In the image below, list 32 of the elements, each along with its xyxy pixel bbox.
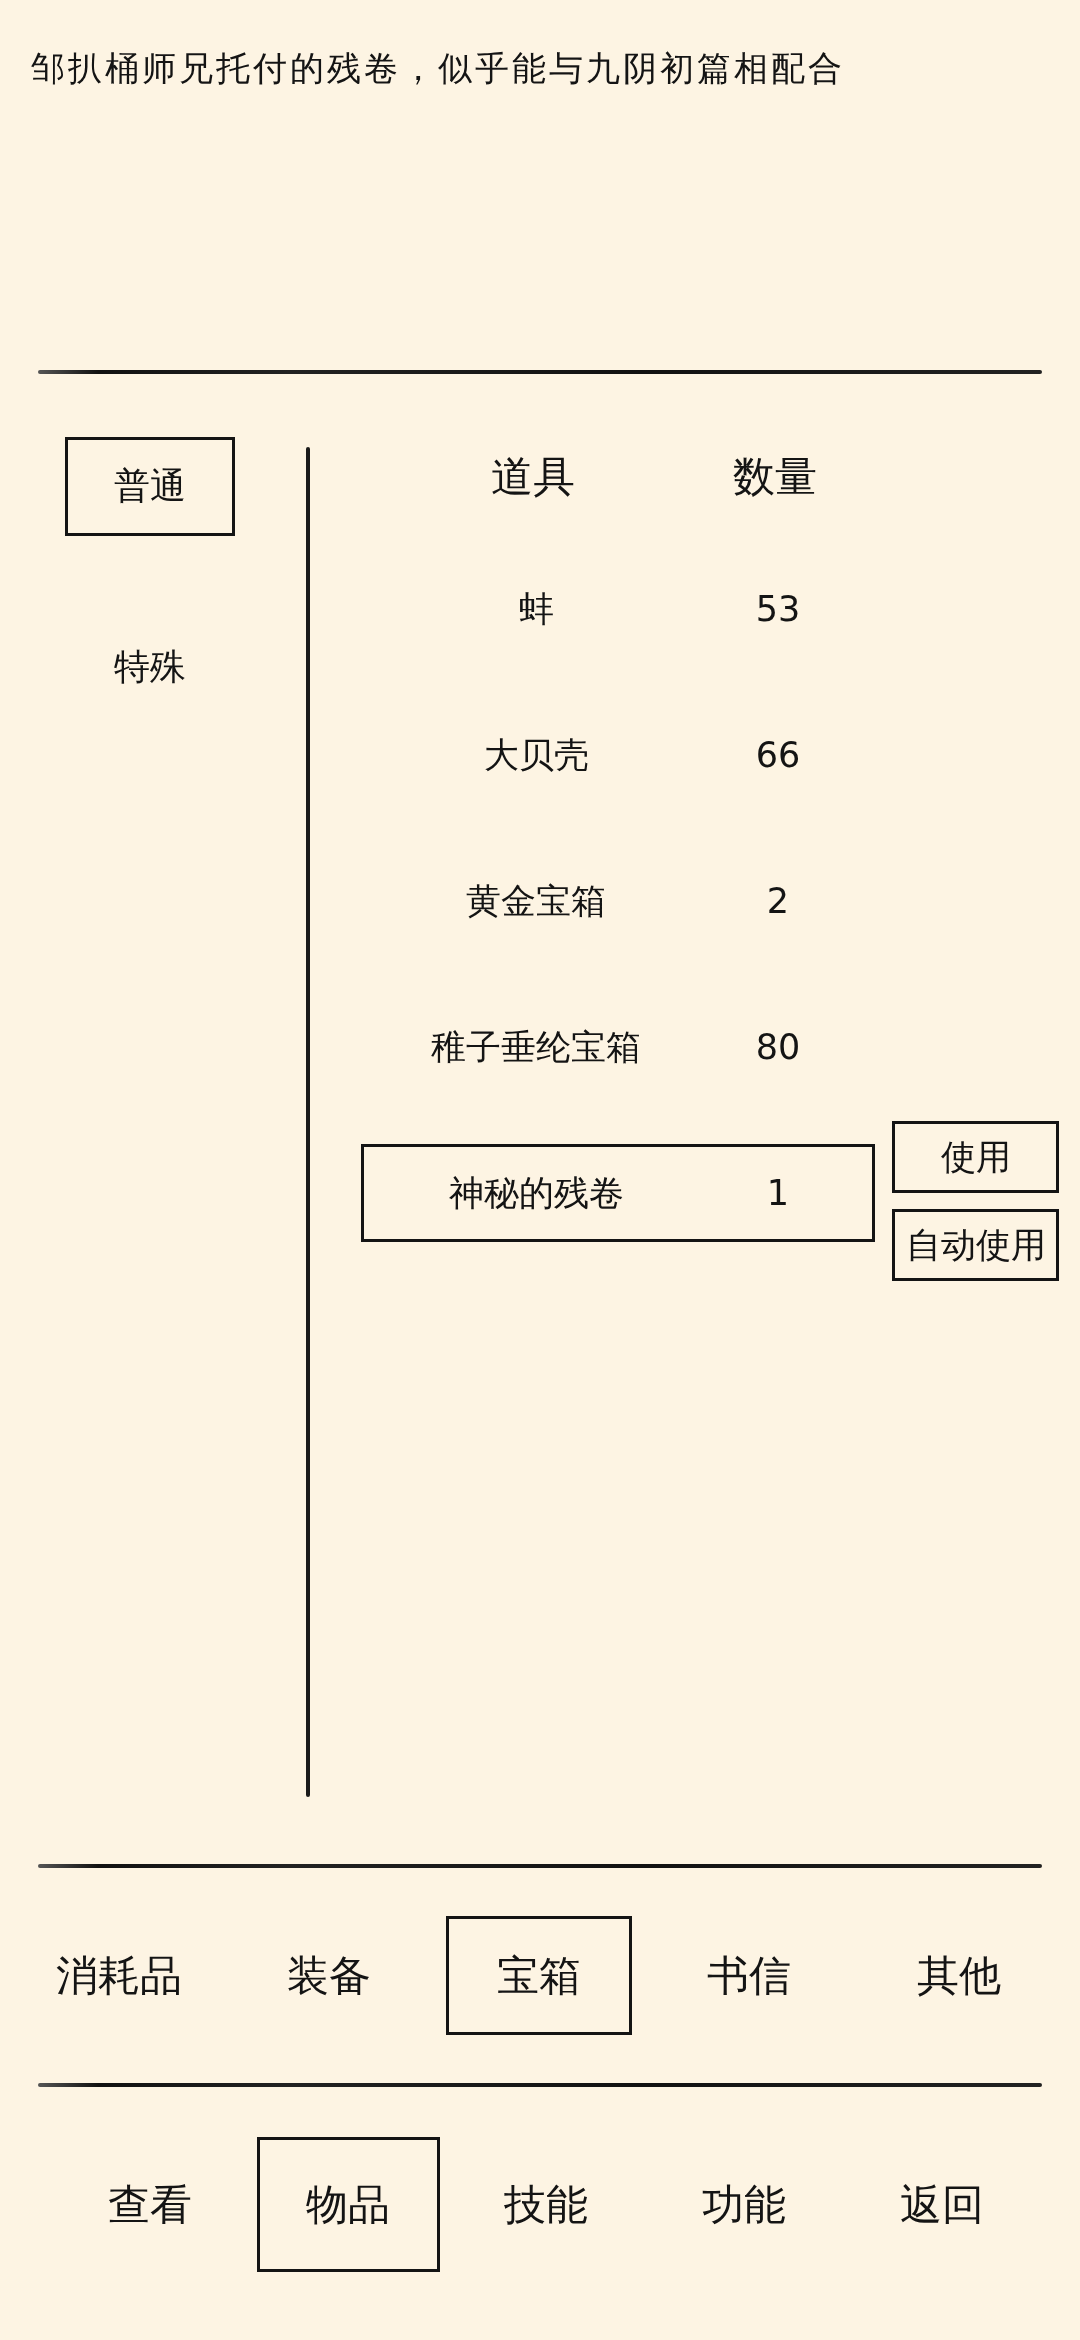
item-name: 蚌 [517,587,555,631]
item-row[interactable]: 蚌 53 [361,560,875,658]
item-row[interactable]: 稚子垂纶宝箱 80 [361,998,875,1096]
item-name: 稚子垂纶宝箱 [430,1025,642,1069]
item-count: 66 [754,735,802,775]
category-tab[interactable]: 消耗品 [26,1916,212,2035]
item-count: 1 [765,1173,791,1213]
item-row[interactable]: 黄金宝箱 2 [361,852,875,950]
description-text: 邹扒桶师兄托付的残卷，似乎能与九阴初篇相配合 [31,47,845,90]
item-count: 80 [754,1027,802,1067]
nav-tab[interactable]: 功能 [652,2137,836,2272]
item-count: 53 [754,589,802,629]
action-button[interactable]: 使用 [892,1121,1059,1193]
filter-tab[interactable]: 特殊 [65,618,235,717]
item-name: 黄金宝箱 [465,879,607,923]
category-tab[interactable]: 书信 [656,1916,842,2035]
item-count: 2 [765,881,791,921]
nav-tab[interactable]: 查看 [58,2137,242,2272]
column-header: 道具 [490,451,576,503]
nav-tab[interactable]: 技能 [454,2137,638,2272]
category-tab[interactable]: 其他 [866,1916,1052,2035]
column-header: 数量 [732,451,818,503]
item-name: 神秘的残卷 [447,1171,625,1215]
item-row[interactable]: 大贝壳 66 [361,706,875,804]
filter-tab[interactable]: 普通 [65,437,235,536]
category-tab[interactable]: 宝箱 [446,1916,632,2035]
category-tab[interactable]: 装备 [236,1916,422,2035]
action-button[interactable]: 自动使用 [892,1209,1059,1281]
item-name: 大贝壳 [482,733,590,777]
nav-tab[interactable]: 返回 [850,2137,1034,2272]
item-row[interactable]: 神秘的残卷 1 [361,1144,875,1242]
nav-tab[interactable]: 物品 [256,2137,440,2272]
